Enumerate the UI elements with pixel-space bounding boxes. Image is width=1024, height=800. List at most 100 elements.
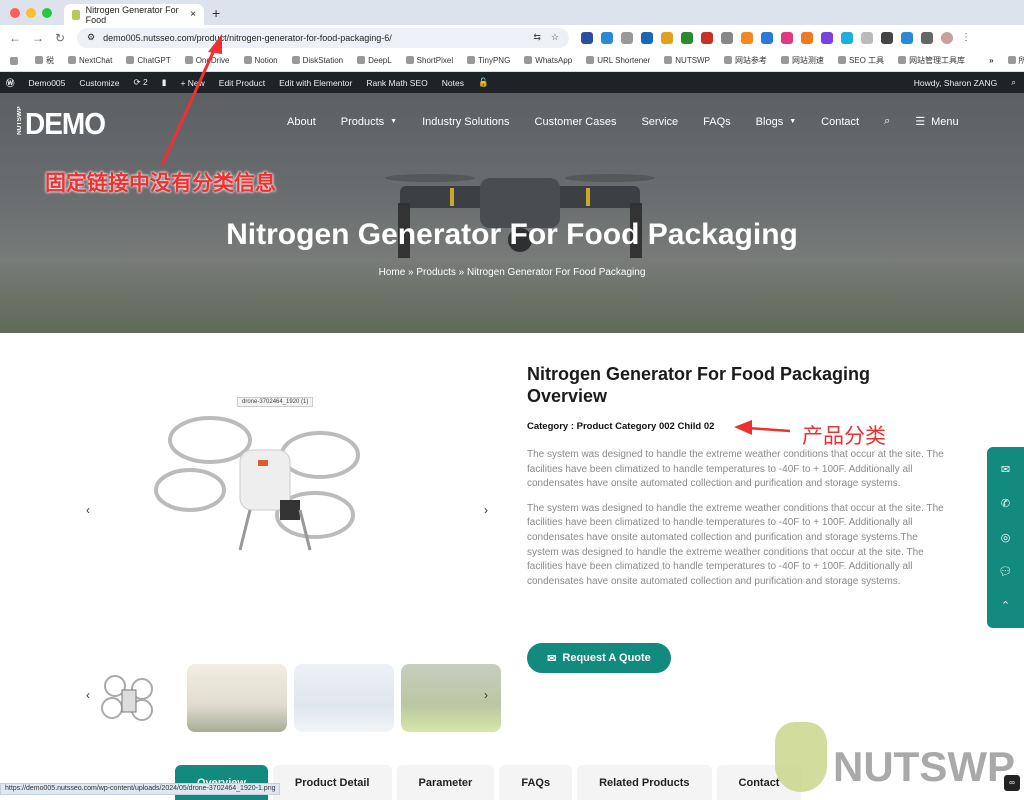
bookmark[interactable]: URL Shortener [586, 56, 650, 65]
email-icon[interactable]: ✉ [1001, 463, 1010, 476]
back-icon[interactable]: ← [9, 31, 23, 45]
bookmark-folder[interactable]: 网站测速 [781, 55, 824, 66]
reload-icon[interactable]: ↻ [55, 31, 69, 45]
extension-icon[interactable] [861, 31, 873, 44]
admin-search-icon[interactable]: ⌕ [1011, 77, 1016, 88]
thumb-next-arrow[interactable]: › [484, 688, 488, 702]
bookmark[interactable]: NextChat [68, 56, 112, 65]
menu-item-products[interactable]: Products ▼ [341, 115, 397, 128]
extension-icon[interactable] [721, 31, 733, 44]
extension-icon[interactable] [621, 31, 633, 44]
browser-menu-icon[interactable]: ⋮ [961, 31, 971, 44]
menu-toggle[interactable]: ☰ Menu [915, 115, 958, 129]
menu-item-faqs[interactable]: FAQs [703, 115, 731, 128]
thumbnail-drone-image [101, 675, 153, 721]
bookmark-star-icon[interactable]: ☆ [551, 32, 559, 43]
site-info-icon[interactable]: ⚙ [87, 32, 95, 43]
watermark: NUTSWP [775, 722, 1015, 792]
extension-icon[interactable] [761, 31, 773, 44]
translate-icon[interactable]: ⇆ [533, 32, 541, 43]
main-menu: About Products ▼ Industry Solutions Custo… [287, 115, 984, 128]
lock-icon[interactable]: 🔓 [478, 77, 489, 88]
forward-icon[interactable]: → [32, 31, 46, 45]
extension-icon[interactable] [901, 31, 913, 44]
url-input[interactable]: ⚙ demo005.nutsseo.com/product/nitrogen-ge… [77, 27, 569, 48]
hero-banner: NUTSWPDEMO About Products ▼ Industry Solu… [0, 93, 1024, 333]
bookmark[interactable]: OneDrive [185, 56, 230, 65]
bookmark[interactable]: 税 [35, 55, 54, 66]
whatsapp-icon[interactable]: ◎ [1001, 531, 1011, 544]
request-quote-button[interactable]: ✉ Request A Quote [527, 643, 671, 673]
extension-icon[interactable] [881, 31, 893, 44]
extension-icon[interactable] [601, 31, 613, 44]
bookmark[interactable]: DeepL [357, 56, 392, 65]
comments-icon[interactable]: ▮ [162, 77, 167, 88]
phone-icon[interactable]: ✆ [1001, 497, 1010, 510]
extension-icon[interactable] [661, 31, 673, 44]
acorn-logo-icon [775, 722, 827, 792]
browser-tab[interactable]: Nitrogen Generator For Food × [64, 4, 204, 25]
window-controls[interactable] [10, 7, 52, 18]
wordpress-icon[interactable]: Ⓦ [6, 77, 15, 89]
admin-notes-link[interactable]: Notes [442, 78, 464, 88]
menu-item-service[interactable]: Service [641, 115, 678, 128]
apps-icon[interactable]: . [10, 57, 21, 65]
admin-elementor-link[interactable]: Edit with Elementor [279, 78, 352, 88]
extension-icon[interactable] [641, 31, 653, 44]
thumbnail[interactable] [294, 664, 394, 732]
extension-icon[interactable] [701, 31, 713, 44]
bookmarks-bar: . 税 NextChat ChatGPT OneDrive Notion DiskStat… [0, 50, 1024, 72]
menu-item-blogs[interactable]: Blogs ▼ [756, 115, 796, 128]
close-tab-icon[interactable]: × [190, 9, 196, 20]
chevron-down-icon: ▼ [390, 118, 398, 125]
link-icon[interactable]: ∞ [1004, 775, 1020, 791]
extension-icon[interactable] [781, 31, 793, 44]
bookmark[interactable]: ShortPixel [406, 56, 453, 65]
product-description: The system was designed to handle the ex… [527, 502, 944, 587]
category-annotation: 产品分类 [802, 425, 886, 448]
bookmark[interactable]: ChatGPT [126, 56, 170, 65]
extension-icon[interactable] [741, 31, 753, 44]
chat-icon[interactable]: 💬︎ [999, 565, 1013, 578]
bookmark-folder[interactable]: 网站参考 [724, 55, 767, 66]
new-tab-button[interactable]: + [212, 5, 220, 21]
product-main-image[interactable] [150, 400, 370, 560]
extension-icon[interactable] [841, 31, 853, 44]
admin-new-link[interactable]: + New [180, 78, 204, 88]
profile-avatar[interactable] [941, 31, 953, 44]
chevron-down-icon: ▼ [789, 118, 797, 125]
more-bookmarks-button[interactable]: » [989, 56, 993, 65]
bookmark[interactable]: TinyPNG [467, 56, 510, 65]
admin-customize-link[interactable]: Customize [79, 78, 119, 88]
menu-item-about[interactable]: About [287, 115, 316, 128]
site-logo[interactable]: NUTSWPDEMO [17, 106, 106, 141]
bookmark[interactable]: WhatsApp [524, 56, 572, 65]
thumb-prev-arrow[interactable]: ‹ [86, 688, 90, 702]
bookmark[interactable]: Notion [244, 56, 278, 65]
menu-item-industry-solutions[interactable]: Industry Solutions [422, 115, 509, 128]
next-image-arrow[interactable]: › [484, 503, 488, 517]
extension-icon[interactable] [821, 31, 833, 44]
bookmark[interactable]: DiskStation [292, 56, 343, 65]
menu-item-contact[interactable]: Contact [821, 115, 859, 128]
bookmark-folder[interactable]: 网站管理工具库 [898, 55, 965, 66]
extensions-puzzle-icon[interactable] [921, 31, 933, 44]
back-to-top-icon[interactable]: ⌃ [1001, 599, 1010, 612]
all-bookmarks-folder[interactable]: 所有书签 [1008, 55, 1024, 66]
admin-edit-product-link[interactable]: Edit Product [219, 78, 265, 88]
admin-rankmath-link[interactable]: Rank Math SEO [366, 78, 427, 88]
extension-icon[interactable] [801, 31, 813, 44]
menu-item-customer-cases[interactable]: Customer Cases [535, 115, 617, 128]
admin-site-link[interactable]: Demo005 [29, 78, 66, 88]
extension-icon[interactable] [581, 31, 593, 44]
extensions: ⋮ [581, 31, 971, 44]
thumbnail[interactable] [187, 664, 287, 732]
extension-icon[interactable] [681, 31, 693, 44]
search-icon[interactable]: ⌕ [884, 115, 890, 128]
prev-image-arrow[interactable]: ‹ [86, 503, 90, 517]
thumbnail[interactable] [80, 664, 180, 732]
bookmark-folder[interactable]: SEO 工具 [838, 55, 884, 66]
admin-account-link[interactable]: Howdy, Sharon ZANG [914, 78, 997, 88]
bookmark-folder[interactable]: NUTSWP [664, 56, 710, 65]
admin-updates-link[interactable]: ⟳ 2 [134, 77, 148, 88]
